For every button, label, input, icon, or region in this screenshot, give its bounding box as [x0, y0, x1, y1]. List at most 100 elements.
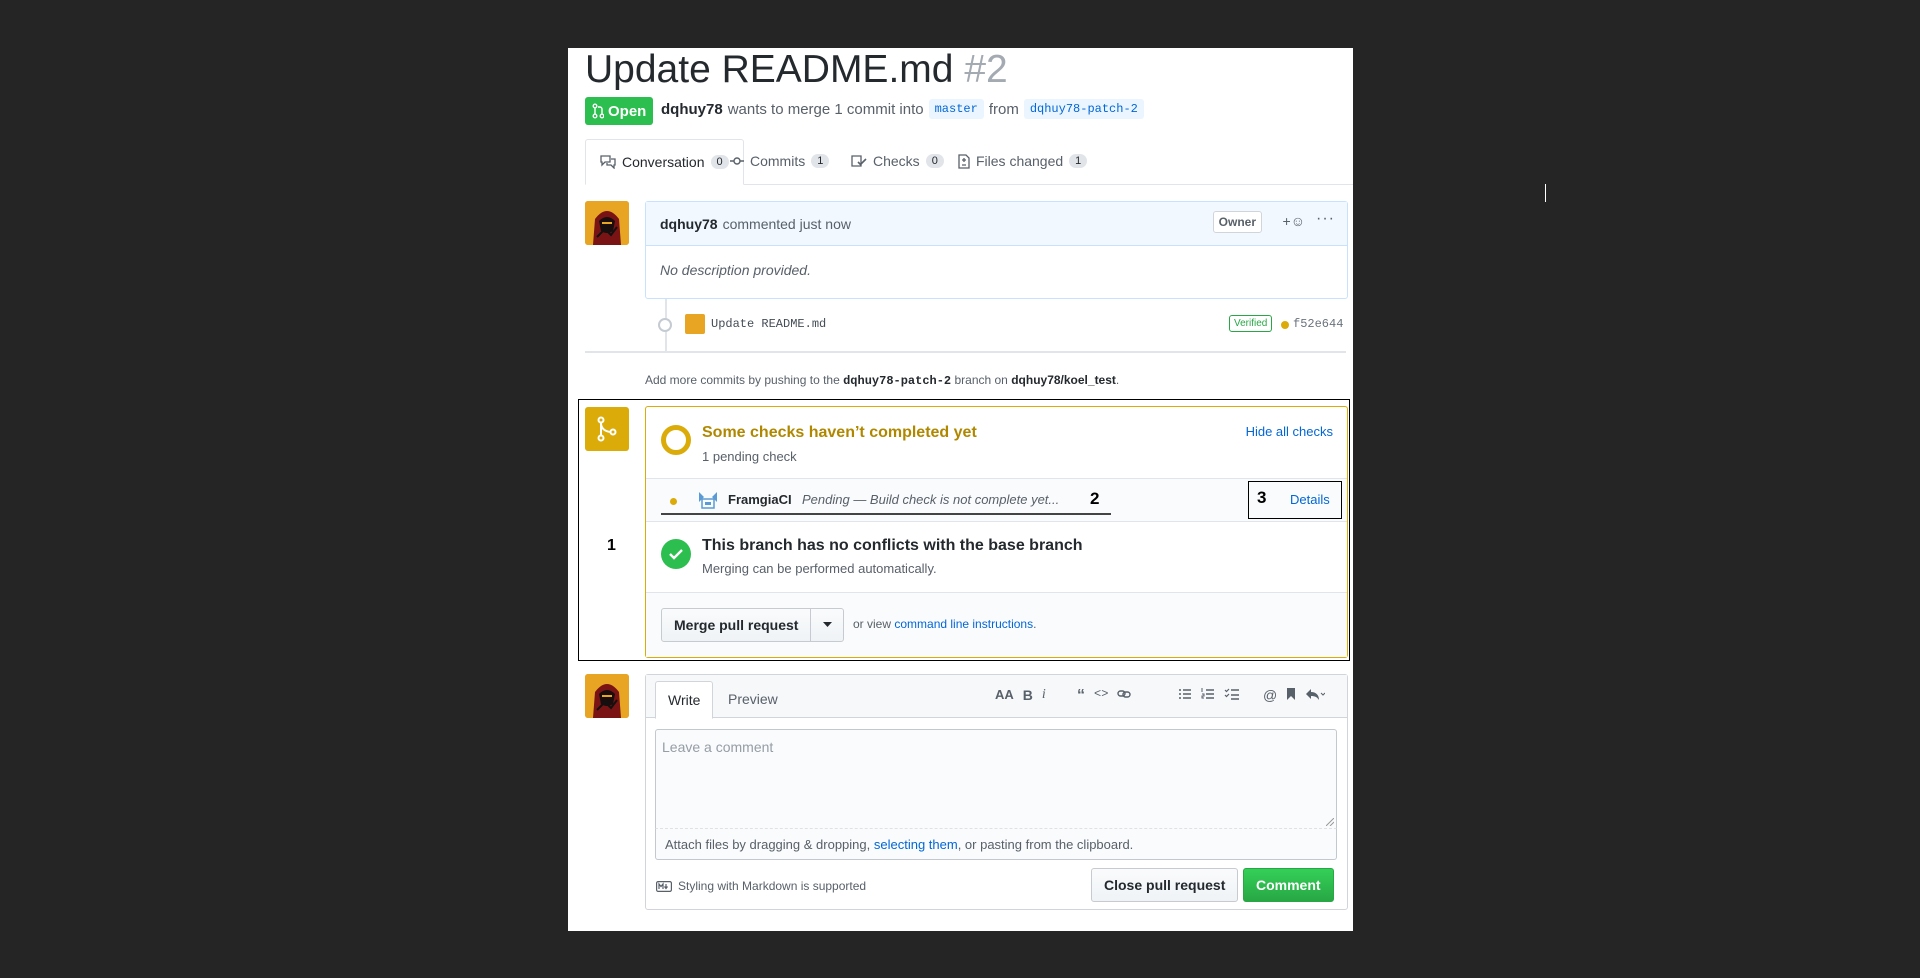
merge-text: wants to merge 1 commit into: [727, 100, 924, 118]
bold-icon[interactable]: B: [1023, 687, 1033, 703]
check-circle-icon: [661, 539, 691, 569]
task-list-icon[interactable]: [1224, 687, 1240, 704]
tab-preview[interactable]: Preview: [716, 681, 790, 717]
tab-label: Checks: [873, 153, 920, 169]
annotation-label-3: 3: [1257, 488, 1267, 507]
italic-icon[interactable]: i: [1042, 687, 1046, 703]
divider: [585, 351, 1346, 353]
text-cursor: [1545, 184, 1546, 202]
tab-counter: 1: [1069, 154, 1088, 168]
file-diff-icon: [958, 153, 970, 169]
checks-subtitle: 1 pending check: [702, 449, 797, 464]
tab-files-changed[interactable]: Files changed 1: [944, 139, 1101, 183]
comment-textarea[interactable]: Leave a comment: [655, 729, 1337, 829]
hint-suffix: .: [1115, 373, 1120, 387]
close-pull-request-button[interactable]: Close pull request: [1091, 868, 1239, 902]
mention-icon[interactable]: @: [1263, 687, 1277, 704]
attach-text: Attach files by dragging & dropping, sel…: [665, 837, 1133, 852]
reply-icon[interactable]: [1305, 687, 1326, 704]
command-line-instructions-link[interactable]: command line instructions: [894, 617, 1033, 631]
code-icon[interactable]: <>: [1094, 687, 1108, 705]
link-icon[interactable]: [1117, 687, 1132, 705]
commit-message[interactable]: Update README.md: [711, 317, 826, 331]
author-link[interactable]: dqhuy78: [661, 101, 723, 118]
text-size-icon[interactable]: AA: [995, 687, 1014, 703]
tab-counter: 1: [811, 154, 830, 168]
pending-dot-icon[interactable]: [1281, 321, 1289, 329]
bookmark-icon[interactable]: [1286, 687, 1296, 704]
tab-label: Conversation: [622, 154, 705, 170]
or-view-label: or view: [853, 617, 892, 631]
hint-branch: dqhuy78-patch-2: [843, 374, 952, 388]
commit-row: Update README.md Verified f52e644: [658, 314, 1353, 340]
tab-commits[interactable]: Commits 1: [716, 139, 843, 183]
comment-author[interactable]: dqhuy78: [660, 216, 718, 232]
comment-timestamp[interactable]: commented just now: [723, 216, 851, 232]
avatar[interactable]: [585, 674, 629, 718]
or-view-text: or view command line instructions.: [853, 617, 1036, 631]
page-title: Update README.md #2: [585, 48, 1008, 92]
hint-repo: dqhuy78/koel_test: [1011, 373, 1116, 387]
annotation-label-1: 1: [607, 537, 616, 554]
list-toolbar: [1178, 687, 1240, 704]
add-reaction-icon[interactable]: +☺: [1283, 213, 1305, 229]
kebab-menu-icon[interactable]: ···: [1316, 210, 1335, 228]
hint-middle: branch on: [954, 373, 1008, 387]
details-link[interactable]: Details: [1290, 492, 1330, 507]
period: .: [1033, 617, 1037, 631]
hint-prefix: Add more commits by pushing to the: [645, 373, 840, 387]
attach-suffix: , or pasting from the clipboard.: [957, 837, 1134, 852]
git-pull-request-icon: [592, 103, 604, 119]
comment-button[interactable]: Comment: [1243, 868, 1334, 902]
comment-placeholder: Leave a comment: [662, 739, 774, 755]
select-files-link[interactable]: selecting them: [874, 837, 958, 852]
merge-button-group: Merge pull request: [661, 608, 845, 642]
comment-box: dqhuy78 commented just now Owner +☺ ··· …: [645, 201, 1348, 299]
tab-label: Files changed: [976, 153, 1064, 169]
resize-handle-icon[interactable]: [1326, 818, 1334, 826]
markdown-icon: [656, 880, 672, 892]
base-branch[interactable]: master: [928, 99, 984, 119]
git-merge-icon: [585, 407, 629, 451]
ordered-list-icon[interactable]: [1201, 687, 1215, 704]
checklist-icon: [851, 155, 867, 167]
git-commit-icon: [730, 157, 744, 165]
attach-files-bar[interactable]: Attach files by dragging & dropping, sel…: [655, 829, 1337, 860]
new-comment-form: Write Preview AA B i “ <> @ Leave a comm…: [645, 674, 1348, 910]
verified-badge[interactable]: Verified: [1229, 315, 1273, 332]
merge-pull-request-button[interactable]: Merge pull request: [662, 609, 810, 641]
unordered-list-icon[interactable]: [1178, 687, 1192, 704]
pr-meta: dqhuy78 wants to merge 1 commit into mas…: [661, 99, 1144, 119]
annotation-label-2: 2: [1090, 489, 1100, 508]
ci-name: FramgiaCI: [728, 492, 792, 507]
ci-status: Pending — Build check is not complete ye…: [802, 492, 1060, 507]
merge-footer: Merge pull request or view command line …: [646, 592, 1347, 657]
pending-status-icon: [661, 425, 691, 455]
commit-avatar[interactable]: [685, 314, 705, 334]
comment-body: No description provided.: [660, 262, 811, 278]
markdown-note-label: Styling with Markdown is supported: [678, 879, 867, 893]
markdown-note[interactable]: Styling with Markdown is supported: [656, 879, 866, 893]
avatar[interactable]: [585, 201, 629, 245]
comment-discussion-icon: [600, 155, 616, 169]
triangle-down-icon: [822, 622, 832, 627]
tab-label: Commits: [750, 153, 806, 169]
git-commit-icon: [658, 318, 672, 332]
status-badge: Open: [585, 97, 654, 125]
tab-checks[interactable]: Checks 0: [837, 139, 958, 183]
merge-status-subtitle: Merging can be performed automatically.: [702, 561, 937, 576]
head-branch[interactable]: dqhuy78-patch-2: [1023, 99, 1144, 119]
quote-icon[interactable]: “: [1077, 687, 1085, 705]
pr-number: #2: [964, 48, 1008, 91]
commit-sha[interactable]: f52e644: [1293, 317, 1343, 331]
tab-write[interactable]: Write: [655, 681, 714, 719]
framgia-ci-logo-icon: [699, 492, 717, 509]
check-row: FramgiaCI Pending — Build check is not c…: [646, 478, 1347, 522]
merge-method-dropdown[interactable]: [810, 609, 843, 641]
form-tabs: Write Preview AA B i “ <> @: [646, 675, 1347, 719]
insert-toolbar: “ <>: [1077, 687, 1132, 705]
hide-all-checks-link[interactable]: Hide all checks: [1246, 424, 1333, 439]
checks-title: Some checks haven’t completed yet: [702, 424, 977, 441]
extra-toolbar: @: [1263, 687, 1326, 704]
owner-badge: Owner: [1212, 211, 1262, 233]
